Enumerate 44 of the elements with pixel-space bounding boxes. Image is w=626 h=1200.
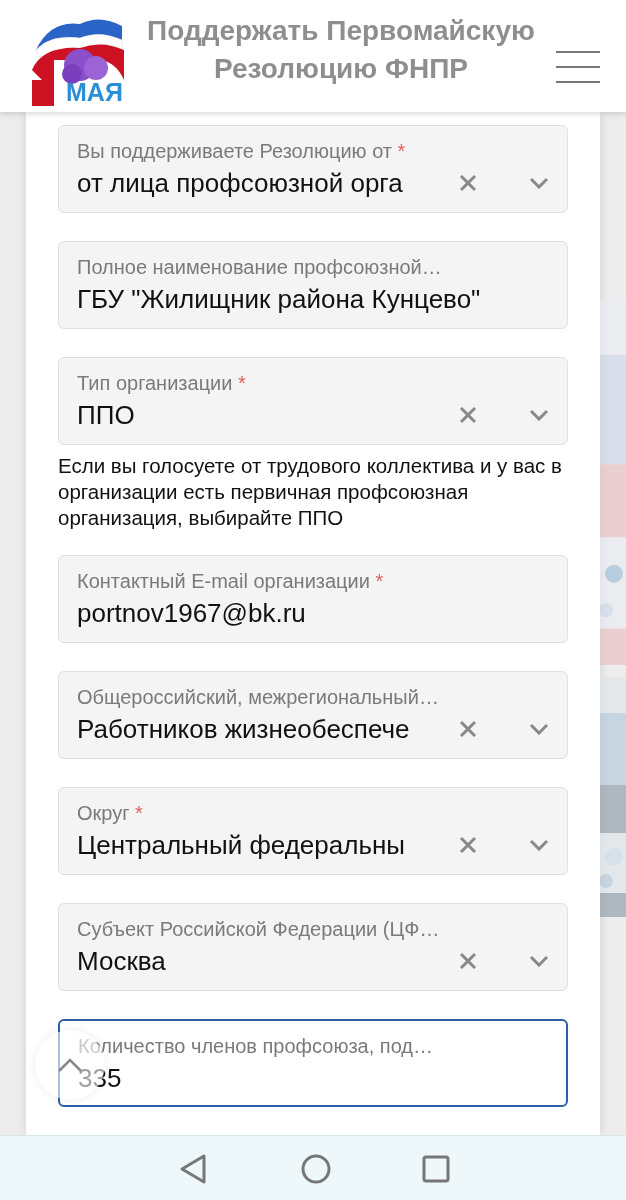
field-label: Вы поддерживаете Резолюцию от * (77, 139, 407, 164)
input-field[interactable]: Полное наименование профсоюзной… ГБУ "Жилищник района Кунцево" (58, 241, 568, 329)
field-value: portnov1967@bk.ru (77, 597, 307, 629)
menu-icon[interactable] (556, 50, 600, 84)
home-button[interactable] (300, 1152, 332, 1185)
input-field[interactable]: Количество членов профсоюза, под… 335 (58, 1019, 568, 1107)
required-mark: * (397, 140, 406, 162)
field-value: ППО (77, 399, 136, 431)
clear-icon[interactable] (459, 720, 477, 738)
select-field[interactable]: Субъект Российской Федерации (ЦФ… Москва (58, 903, 568, 991)
hint-text: Если вы голосуете от трудового коллектива и у вас в организации есть первичная профсоюзная организация, выбирайте ППО (58, 453, 563, 531)
clear-icon[interactable] (459, 174, 477, 192)
field-label: Субъект Российской Федерации (ЦФ… (77, 917, 441, 942)
field-value: Работников жизнеобеспече (77, 713, 411, 745)
chevron-down-icon[interactable] (529, 723, 549, 735)
chevron-down-icon[interactable] (529, 839, 549, 851)
select-field[interactable]: Вы поддерживаете Резолюцию от * от лица профсоюзной орга (58, 125, 568, 213)
field-label: Контактный E-mail организации * (77, 569, 385, 594)
field-value: от лица профсоюзной орга (77, 167, 404, 199)
select-field[interactable]: Округ * Центральный федеральны (58, 787, 568, 875)
input-field[interactable]: Контактный E-mail организации * portnov1967@bk.ru (58, 555, 568, 643)
required-mark: * (375, 570, 384, 592)
chevron-down-icon[interactable] (529, 409, 549, 421)
chevron-down-icon[interactable] (529, 955, 549, 967)
select-field[interactable]: Тип организации * ППО (58, 357, 568, 445)
clear-icon[interactable] (459, 836, 477, 854)
recents-button[interactable] (422, 1154, 450, 1183)
field-value: Москва (77, 945, 167, 977)
page-title: Поддержать Первомайскую Резолюцию ФНПР (146, 14, 536, 86)
field-value: 335 (78, 1062, 123, 1094)
field-label: Общероссийский, межрегиональный… (77, 685, 440, 710)
required-mark: * (135, 802, 143, 824)
logo-text: МАЯ (66, 78, 123, 106)
required-mark: * (238, 372, 246, 394)
field-label: Полное наименование профсоюзной… (77, 255, 443, 280)
clear-icon[interactable] (459, 406, 477, 424)
select-field[interactable]: Общероссийский, межрегиональный… Работников жизнеобеспече (58, 671, 568, 759)
field-value: ГБУ "Жилищник района Кунцево" (77, 283, 482, 315)
chevron-down-icon[interactable] (529, 177, 549, 189)
field-label: Округ * (77, 801, 144, 826)
field-value: Центральный федеральны (77, 829, 406, 861)
field-label: Тип организации * (77, 371, 247, 396)
field-label: Количество членов профсоюза, под… (78, 1034, 434, 1059)
clear-icon[interactable] (459, 952, 477, 970)
